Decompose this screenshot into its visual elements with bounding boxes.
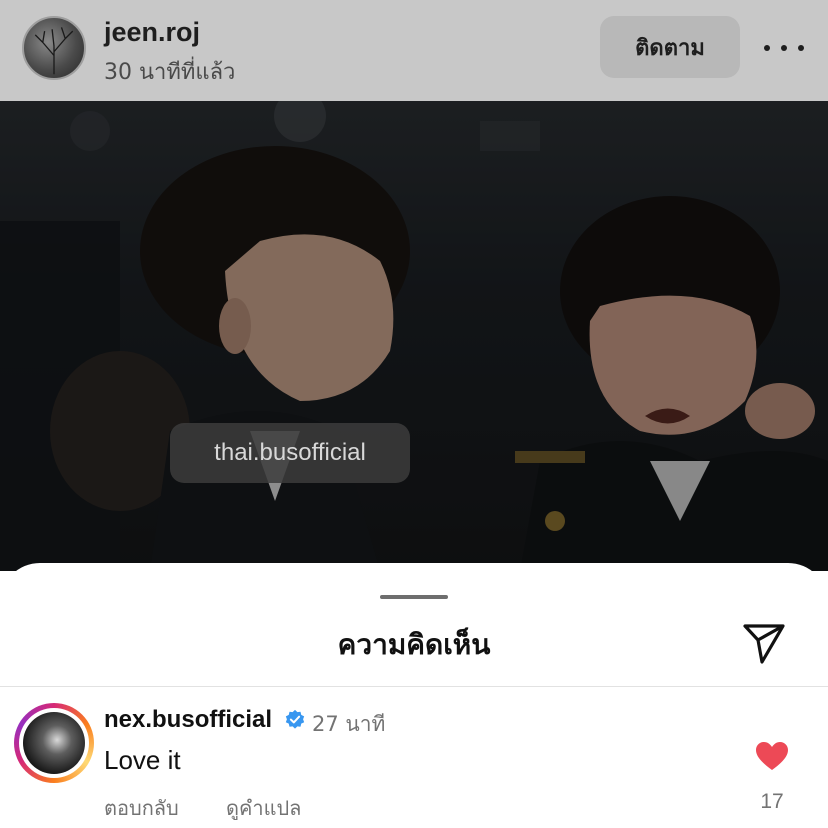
avatar-tree-illustration <box>34 27 74 75</box>
more-dot <box>781 45 787 51</box>
post-time-ago: 30 นาทีที่แล้ว <box>104 60 236 85</box>
more-icon[interactable] <box>764 34 804 62</box>
tagged-user-chip[interactable]: thai.busofficial <box>170 423 410 483</box>
verified-badge-icon <box>285 709 305 729</box>
comment-text: Love it <box>104 745 181 775</box>
commenter-avatar-ring[interactable] <box>14 703 94 783</box>
more-dot <box>764 45 770 51</box>
post-author-avatar[interactable] <box>22 16 86 80</box>
commenter-avatar <box>19 708 89 778</box>
reply-button[interactable]: ตอบกลับ <box>104 792 179 824</box>
like-count: 17 <box>760 790 784 813</box>
photo-scene <box>0 101 828 571</box>
comments-sheet: ความคิดเห็น nex.busofficial 27 นาที Love… <box>0 563 828 828</box>
comment-username[interactable]: nex.busofficial <box>104 706 272 734</box>
post-photo[interactable]: thai.busofficial <box>0 101 828 571</box>
sheet-title: ความคิดเห็น <box>337 628 491 661</box>
post-username[interactable]: jeen.roj <box>104 17 200 48</box>
follow-button[interactable]: ติดตาม <box>600 16 740 78</box>
send-icon[interactable] <box>740 618 788 666</box>
heart-icon[interactable] <box>755 741 789 771</box>
see-translation-button[interactable]: ดูคำแปล <box>226 792 301 824</box>
commenter-avatar-photo <box>23 712 85 774</box>
comment-time: 27 นาที <box>312 712 386 736</box>
more-dot <box>798 45 804 51</box>
sheet-divider <box>0 686 828 687</box>
sheet-drag-handle[interactable] <box>380 595 448 599</box>
post-header: jeen.roj 30 นาทีที่แล้ว ติดตาม <box>0 0 828 101</box>
